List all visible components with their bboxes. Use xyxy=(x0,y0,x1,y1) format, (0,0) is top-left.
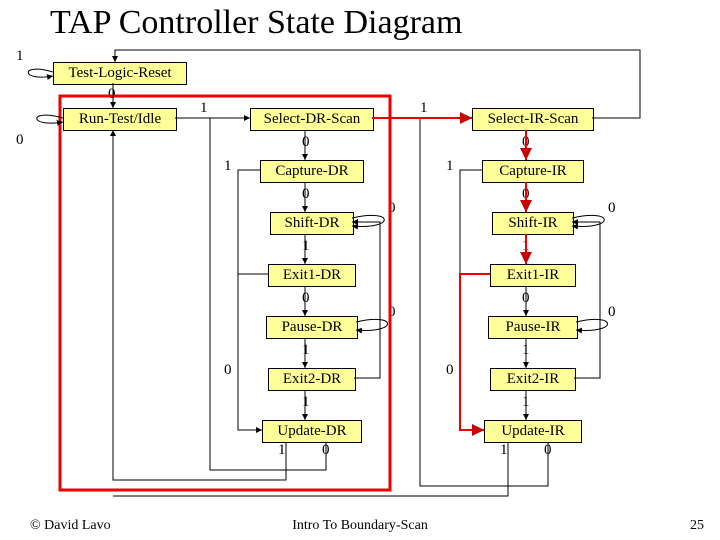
state-shift-dr: Shift-DR xyxy=(270,212,354,235)
state-update-ir: Update-IR xyxy=(484,420,582,443)
state-pause-dr: Pause-DR xyxy=(266,316,358,339)
edge-rti-seldr: 1 xyxy=(200,100,208,117)
edge-updateir-l: 1 xyxy=(500,442,508,459)
edge-capdr-shift: 0 xyxy=(302,186,310,203)
edge-seldr-selir: 1 xyxy=(420,100,428,117)
edge-capir-shift: 0 xyxy=(522,186,530,203)
state-exit2-ir: Exit2-IR xyxy=(490,368,576,391)
edge-exit2dr-left: 0 xyxy=(224,362,232,379)
state-exit1-dr: Exit1-DR xyxy=(268,264,356,287)
edge-exit2dr-update: 1 xyxy=(302,394,310,411)
state-capture-ir: Capture-IR xyxy=(482,160,584,183)
state-capture-dr: Capture-DR xyxy=(260,160,364,183)
state-update-dr: Update-DR xyxy=(262,420,362,443)
edge-exit2ir-update: 1 xyxy=(522,394,530,411)
edge-exit1ir-pause: 0 xyxy=(522,290,530,307)
edge-pauseir-exit2: 1 xyxy=(522,342,530,359)
state-exit1-ir: Exit1-IR xyxy=(490,264,576,287)
edge-pausedr-exit2: 1 xyxy=(302,342,310,359)
footer-author: © David Lavo xyxy=(30,518,111,534)
edge-exit2ir-left: 0 xyxy=(446,362,454,379)
edge-pausedr-self: 0 xyxy=(388,304,396,321)
edge-shiftir-self: 0 xyxy=(608,200,616,217)
edge-exit1dr-pause: 0 xyxy=(302,290,310,307)
edge-seldr-capdr: 0 xyxy=(302,134,310,151)
edge-pauseir-self: 0 xyxy=(608,304,616,321)
state-exit2-dr: Exit2-DR xyxy=(268,368,356,391)
edge-updatedr-l: 1 xyxy=(278,442,286,459)
state-shift-ir: Shift-IR xyxy=(492,212,574,235)
edge-selir-capir: 0 xyxy=(522,134,530,151)
edge-capdr-left: 1 xyxy=(224,158,232,175)
edge-shiftdr-self: 0 xyxy=(388,200,396,217)
edge-updateir-r: 0 xyxy=(544,442,552,459)
state-select-dr-scan: Select-DR-Scan xyxy=(250,108,374,131)
edge-tlr-rti: 0 xyxy=(108,86,116,103)
footer-page: 25 xyxy=(690,518,704,534)
state-pause-ir: Pause-IR xyxy=(488,316,578,339)
diagram-title: TAP Controller State Diagram xyxy=(50,4,462,42)
edge-updatedr-r: 0 xyxy=(322,442,330,459)
edge-shiftdr-exit1: 1 xyxy=(302,238,310,255)
state-run-test-idle: Run-Test/Idle xyxy=(63,108,177,131)
edge-tlr-self: 1 xyxy=(16,48,24,65)
edge-rti-self: 0 xyxy=(16,132,24,149)
edge-capir-left: 1 xyxy=(446,158,454,175)
edge-shiftir-exit1: 1 xyxy=(522,238,530,255)
state-select-ir-scan: Select-IR-Scan xyxy=(472,108,594,131)
footer-title: Intro To Boundary-Scan xyxy=(292,518,428,534)
state-test-logic-reset: Test-Logic-Reset xyxy=(53,62,187,85)
